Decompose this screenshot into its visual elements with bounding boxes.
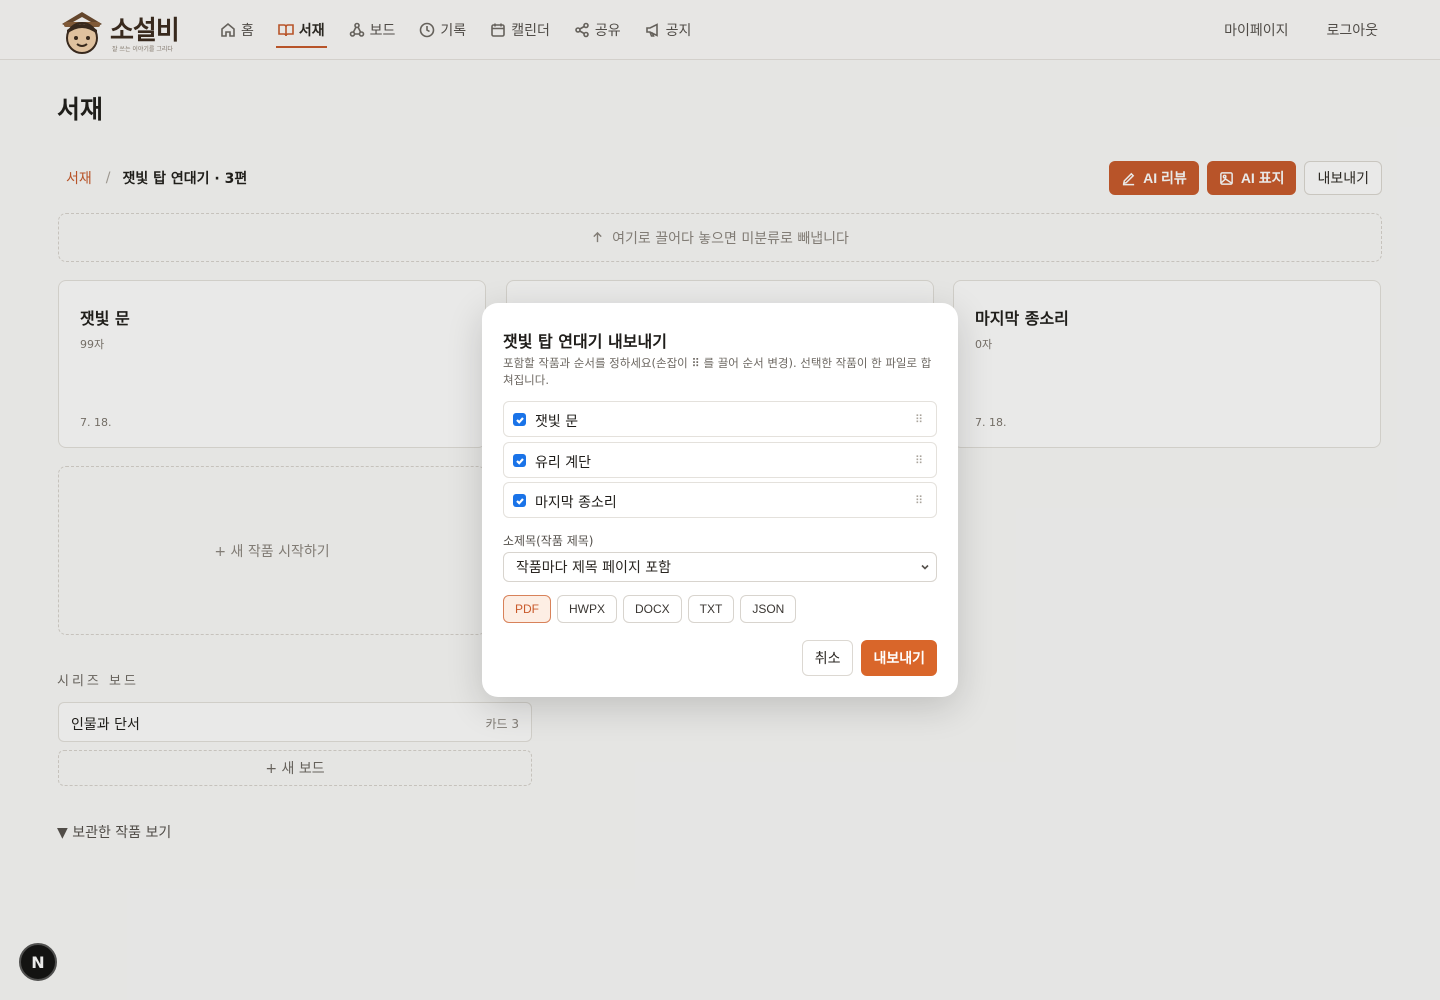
chevron-down-icon: [921, 564, 929, 570]
work-checkbox[interactable]: [513, 454, 526, 467]
work-checkbox[interactable]: [513, 413, 526, 426]
format-pdf-button[interactable]: PDF: [503, 595, 551, 623]
format-json-button[interactable]: JSON: [740, 595, 797, 623]
export-work-row[interactable]: 유리 계단 ⠿: [503, 442, 937, 478]
work-checkbox[interactable]: [513, 494, 526, 507]
dialog-actions: 취소 내보내기: [801, 640, 937, 676]
work-name: 잿빛 문: [535, 414, 579, 430]
check-icon: [515, 457, 524, 465]
subtitle-select[interactable]: 작품마다 제목 페이지 포함: [503, 552, 937, 582]
check-icon: [515, 497, 524, 505]
export-dialog: 잿빛 탑 연대기 내보내기 포함할 작품과 순서를 정하세요(손잡이 ⠿ 를 끌…: [482, 303, 958, 697]
format-docx-button[interactable]: DOCX: [623, 595, 682, 623]
drag-handle-icon[interactable]: ⠿: [915, 454, 923, 467]
format-options: PDF HWPX DOCX TXT JSON: [503, 595, 797, 623]
export-work-row[interactable]: 잿빛 문 ⠿: [503, 401, 937, 437]
confirm-export-button[interactable]: 내보내기: [861, 640, 937, 676]
drag-handle-icon[interactable]: ⠿: [915, 494, 923, 507]
cancel-button[interactable]: 취소: [801, 640, 854, 676]
subtitle-select-label: 소제목(작품 제목): [503, 534, 594, 548]
format-hwpx-button[interactable]: HWPX: [557, 595, 617, 623]
work-name: 유리 계단: [535, 455, 591, 471]
work-name: 마지막 종소리: [535, 495, 617, 511]
export-work-row[interactable]: 마지막 종소리 ⠿: [503, 482, 937, 518]
subtitle-select-value: 작품마다 제목 페이지 포함: [516, 560, 672, 576]
format-txt-button[interactable]: TXT: [687, 595, 735, 623]
drag-handle-icon[interactable]: ⠿: [915, 413, 923, 426]
dialog-title: 잿빛 탑 연대기 내보내기: [503, 332, 667, 351]
dialog-description: 포함할 작품과 순서를 정하세요(손잡이 ⠿ 를 끌어 순서 변경). 선택한 …: [503, 356, 932, 387]
check-icon: [515, 416, 524, 424]
